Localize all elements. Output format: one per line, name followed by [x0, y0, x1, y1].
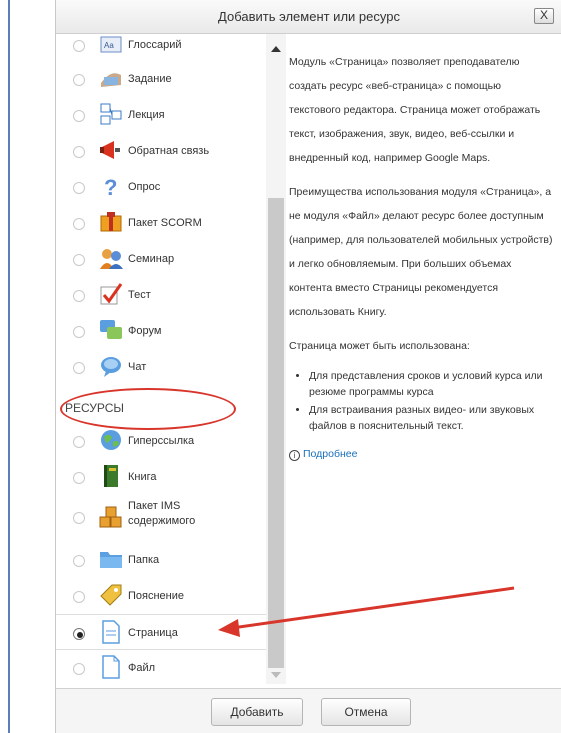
annotation-arrow	[218, 586, 515, 637]
